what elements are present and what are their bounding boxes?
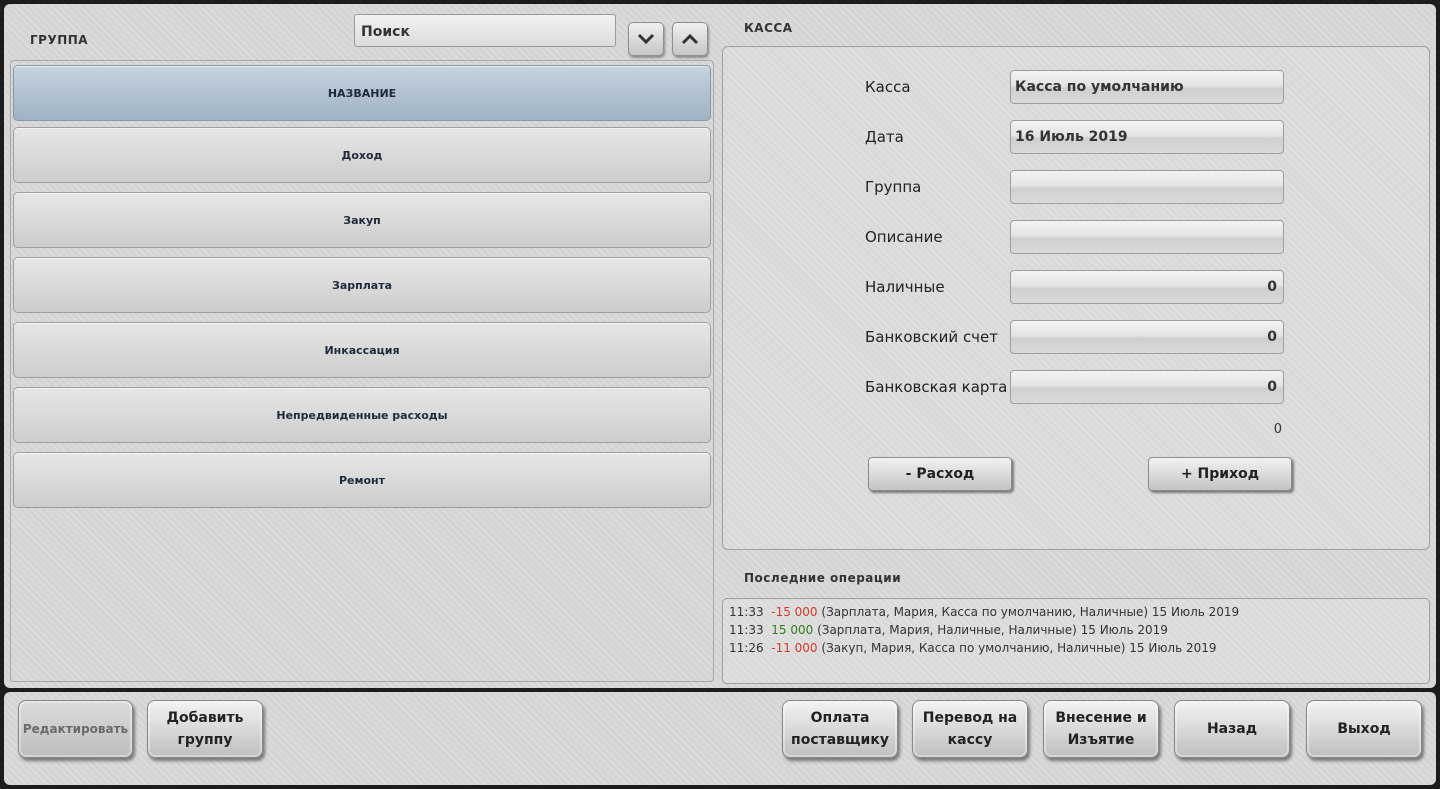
operation-amount: -11 000 [771,641,818,655]
add-group-button[interactable]: Добавить группу [147,700,263,758]
group-item-salary[interactable]: Зарплата [13,257,711,313]
operation-time: 11:33 [729,605,764,619]
bank-card-field[interactable]: 0 [1010,370,1284,404]
group-item-purchase[interactable]: Закуп [13,192,711,248]
group-item-collection[interactable]: Инкассация [13,322,711,378]
bank-account-field[interactable]: 0 [1010,320,1284,354]
pay-supplier-button[interactable]: Оплата поставщику [782,700,898,758]
scroll-down-button[interactable] [628,22,664,56]
edit-button[interactable]: Редактировать [18,700,133,758]
group-list: НАЗВАНИЕ Доход Закуп Зарплата Инкассация… [10,60,714,682]
back-button[interactable]: Назад [1174,700,1290,758]
group-item-unforeseen[interactable]: Непредвиденные расходы [13,387,711,443]
cash-label: Наличные [865,278,945,296]
transfer-button[interactable]: Перевод на кассу [912,700,1028,758]
expense-button[interactable]: - Расход [868,457,1012,491]
operation-row: 11:33 -15 000 (Зарплата, Мария, Касса по… [729,605,1239,619]
group-field[interactable] [1010,170,1284,204]
operation-row: 11:26 -11 000 (Закуп, Мария, Касса по ум… [729,641,1217,655]
kassa-select[interactable]: Касса по умолчанию [1010,70,1284,104]
operation-time: 11:33 [729,623,764,637]
bank-card-label: Банковская карта [865,378,1008,396]
total-value: 0 [1273,422,1282,437]
income-button[interactable]: + Приход [1148,457,1292,491]
search-field[interactable] [354,14,619,48]
operation-row: 11:33 15 000 (Зарплата, Мария, Наличные,… [729,623,1168,637]
description-field[interactable] [1010,220,1284,254]
recent-operations-list: 11:33 -15 000 (Зарплата, Мария, Касса по… [722,598,1430,684]
group-label: Группа [865,178,922,196]
group-list-header[interactable]: НАЗВАНИЕ [13,65,711,121]
kassa-label: Касса [865,78,911,96]
deposit-withdraw-button[interactable]: Внесение и Изъятие [1043,700,1159,758]
group-item-income[interactable]: Доход [13,127,711,183]
cash-field[interactable]: 0 [1010,270,1284,304]
operation-amount: 15 000 [771,623,814,637]
operation-time: 11:26 [729,641,764,655]
recent-operations-title: Последние операции [744,571,902,585]
operation-details: (Зарплата, Мария, Наличные, Наличные) 15… [817,623,1168,637]
operation-details: (Закуп, Мария, Касса по умолчанию, Налич… [821,641,1217,655]
search-input[interactable] [359,15,619,48]
group-item-repair[interactable]: Ремонт [13,452,711,508]
group-title: ГРУППА [30,33,89,47]
date-label: Дата [865,128,904,146]
operation-amount: -15 000 [771,605,818,619]
exit-button[interactable]: Выход [1306,700,1422,758]
scroll-up-button[interactable] [672,22,708,56]
description-label: Описание [865,228,943,246]
chevron-down-icon [637,33,655,45]
operation-details: (Зарплата, Мария, Касса по умолчанию, На… [821,605,1240,619]
bank-account-label: Банковский счет [865,328,999,346]
kassa-title: КАССА [744,21,793,35]
bottom-toolbar: Редактировать Добавить группу Оплата пос… [4,692,1436,785]
date-field[interactable]: 16 Июль 2019 [1010,120,1284,154]
chevron-up-icon [681,33,699,45]
